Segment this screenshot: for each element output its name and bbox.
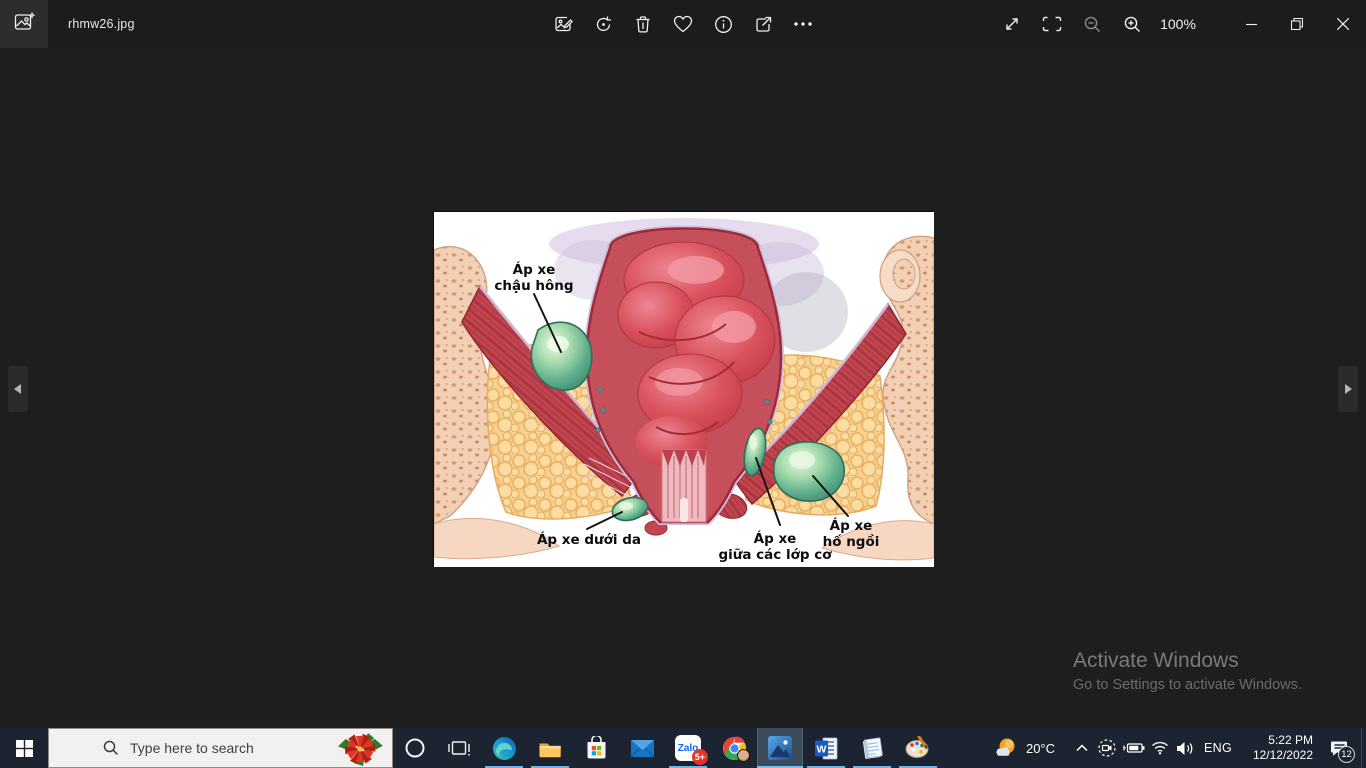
taskbar-weather-widget[interactable]: 20°C	[981, 728, 1067, 768]
cortana-button[interactable]	[393, 728, 437, 768]
word-icon: W	[814, 737, 839, 760]
next-image-button[interactable]	[1338, 366, 1358, 412]
taskbar-file-explorer[interactable]	[527, 728, 573, 768]
tray-clock[interactable]: 5:22 PM 12/12/2022	[1237, 728, 1317, 768]
svg-text:W: W	[816, 743, 826, 755]
restore-button[interactable]	[1274, 0, 1320, 48]
clock-time: 5:22 PM	[1268, 733, 1313, 748]
zoom-in-button[interactable]	[1112, 0, 1152, 48]
microsoft-store-icon	[585, 736, 608, 760]
label-intermuscular-abscess-line2: giữa các lớp cơ	[718, 547, 832, 563]
fit-to-window-button[interactable]	[1032, 0, 1072, 48]
label-subcutaneous-abscess: Áp xe dưới da	[537, 531, 641, 548]
taskbar-chrome[interactable]	[711, 728, 757, 768]
action-center-button[interactable]: 12	[1317, 728, 1361, 768]
speaker-icon	[1176, 741, 1195, 756]
window-title: rhmw26.jpg	[68, 0, 135, 48]
share-button[interactable]	[743, 0, 783, 48]
photos-icon	[767, 735, 793, 761]
viewed-photo[interactable]: Áp xe chậu hông Áp xe dưới da Áp xe giữa…	[433, 211, 933, 566]
see-all-photos-button[interactable]	[0, 0, 48, 48]
weather-temperature: 20°C	[1026, 741, 1055, 756]
search-icon	[103, 740, 119, 756]
tray-language-indicator[interactable]: ENG	[1199, 728, 1237, 768]
edit-image-button[interactable]	[543, 0, 583, 48]
photo-gallery-icon	[13, 11, 35, 38]
fullscreen-button[interactable]	[992, 0, 1032, 48]
tray-show-hidden-icons[interactable]	[1070, 728, 1094, 768]
label-ischiorectal-abscess-line1: Áp xe	[830, 517, 873, 534]
sun-cloud-icon	[993, 737, 1019, 759]
battery-charging-icon	[1123, 741, 1145, 755]
zalo-unread-badge: 5+	[692, 749, 708, 765]
notepad-icon	[860, 737, 884, 760]
photos-app-window: rhmw26.jpg	[0, 0, 1366, 768]
windows-logo-icon	[16, 740, 33, 757]
taskbar-zalo[interactable]: Zalo 5+	[665, 728, 711, 768]
rotate-button[interactable]	[583, 0, 623, 48]
search-input[interactable]	[130, 740, 350, 756]
start-button[interactable]	[0, 728, 48, 768]
label-ischiorectal-abscess-line2: hố ngồi	[823, 533, 880, 550]
task-view-icon	[448, 739, 470, 757]
minimize-button[interactable]	[1228, 0, 1274, 48]
chevron-left-icon	[13, 383, 23, 395]
previous-image-button[interactable]	[8, 366, 28, 412]
taskbar-mail[interactable]	[619, 728, 665, 768]
title-bar: rhmw26.jpg	[0, 0, 1366, 48]
paint-icon	[905, 736, 931, 760]
zoom-and-window-controls: 100%	[992, 0, 1366, 48]
zoom-out-button[interactable]	[1072, 0, 1112, 48]
watermark-subtitle: Go to Settings to activate Windows.	[1073, 677, 1302, 693]
taskbar-edge[interactable]	[481, 728, 527, 768]
mail-icon	[630, 739, 655, 758]
taskbar-microsoft-store[interactable]	[573, 728, 619, 768]
taskbar: Zalo 5+	[0, 728, 1366, 768]
notification-count-badge: 12	[1338, 746, 1355, 763]
taskbar-search[interactable]	[48, 728, 393, 768]
info-button[interactable]	[703, 0, 743, 48]
zoom-level[interactable]: 100%	[1152, 16, 1204, 32]
label-pelvic-abscess-line2: chậu hông	[494, 278, 573, 294]
watermark-title: Activate Windows	[1073, 649, 1302, 673]
taskbar-notepad[interactable]	[849, 728, 895, 768]
favorite-button[interactable]	[663, 0, 703, 48]
close-button[interactable]	[1320, 0, 1366, 48]
tray-meet-now[interactable]	[1094, 728, 1120, 768]
chevron-up-icon	[1076, 744, 1088, 752]
clock-date: 12/12/2022	[1253, 748, 1313, 763]
taskbar-word[interactable]: W	[803, 728, 849, 768]
task-view-button[interactable]	[437, 728, 481, 768]
more-options-button[interactable]	[783, 0, 823, 48]
delete-button[interactable]	[623, 0, 663, 48]
poinsettia-decoration-icon[interactable]	[330, 731, 388, 768]
tray-volume[interactable]	[1172, 728, 1199, 768]
viewer-toolbar	[543, 0, 823, 48]
taskbar-paint[interactable]	[895, 728, 941, 768]
taskbar-photos-active[interactable]	[757, 728, 803, 768]
tray-battery[interactable]	[1120, 728, 1147, 768]
show-desktop-button[interactable]	[1361, 728, 1366, 768]
label-intermuscular-abscess-line1: Áp xe	[754, 530, 797, 547]
edge-icon	[492, 736, 517, 761]
meet-now-camera-icon	[1097, 738, 1117, 758]
chrome-profile-avatar	[737, 749, 750, 762]
tray-wifi[interactable]	[1147, 728, 1172, 768]
label-pelvic-abscess-line1: Áp xe	[513, 261, 556, 278]
anal-abscess-diagram: Áp xe chậu hông Áp xe dưới da Áp xe giữa…	[434, 212, 934, 567]
cortana-icon	[404, 737, 426, 759]
file-explorer-icon	[538, 738, 563, 759]
wifi-icon	[1151, 741, 1169, 755]
chevron-right-icon	[1343, 383, 1353, 395]
activate-windows-watermark: Activate Windows Go to Settings to activ…	[1073, 649, 1302, 693]
